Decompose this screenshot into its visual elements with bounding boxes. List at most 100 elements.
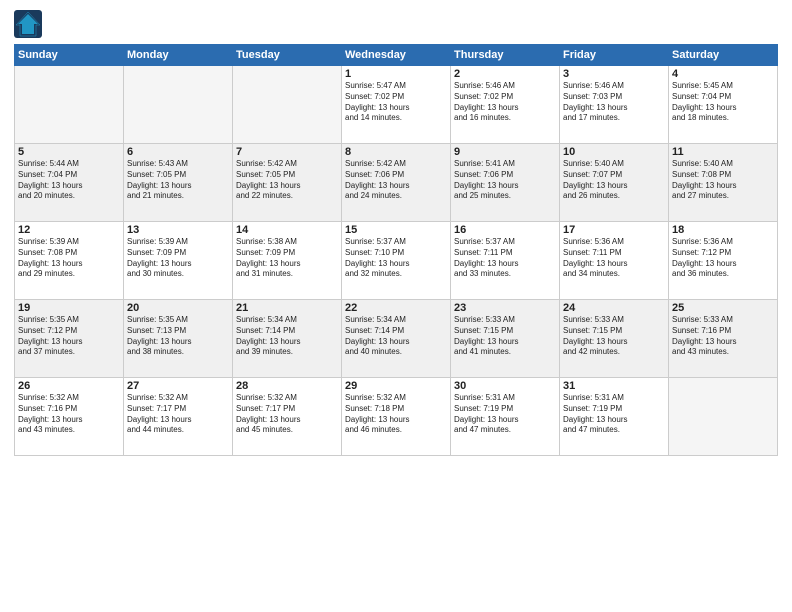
calendar-cell: 13Sunrise: 5:39 AM Sunset: 7:09 PM Dayli…: [124, 222, 233, 300]
calendar-table: SundayMondayTuesdayWednesdayThursdayFrid…: [14, 44, 778, 456]
day-info: Sunrise: 5:39 AM Sunset: 7:08 PM Dayligh…: [18, 237, 120, 280]
calendar-week-row: 26Sunrise: 5:32 AM Sunset: 7:16 PM Dayli…: [15, 378, 778, 456]
day-info: Sunrise: 5:36 AM Sunset: 7:12 PM Dayligh…: [672, 237, 774, 280]
day-info: Sunrise: 5:38 AM Sunset: 7:09 PM Dayligh…: [236, 237, 338, 280]
day-info: Sunrise: 5:45 AM Sunset: 7:04 PM Dayligh…: [672, 81, 774, 124]
day-number: 24: [563, 302, 665, 314]
day-info: Sunrise: 5:44 AM Sunset: 7:04 PM Dayligh…: [18, 159, 120, 202]
weekday-header: Wednesday: [342, 45, 451, 66]
calendar-week-row: 19Sunrise: 5:35 AM Sunset: 7:12 PM Dayli…: [15, 300, 778, 378]
day-info: Sunrise: 5:41 AM Sunset: 7:06 PM Dayligh…: [454, 159, 556, 202]
header: [14, 10, 778, 38]
weekday-header: Sunday: [15, 45, 124, 66]
day-number: 20: [127, 302, 229, 314]
day-info: Sunrise: 5:34 AM Sunset: 7:14 PM Dayligh…: [236, 315, 338, 358]
day-info: Sunrise: 5:35 AM Sunset: 7:13 PM Dayligh…: [127, 315, 229, 358]
day-info: Sunrise: 5:39 AM Sunset: 7:09 PM Dayligh…: [127, 237, 229, 280]
calendar-cell: 15Sunrise: 5:37 AM Sunset: 7:10 PM Dayli…: [342, 222, 451, 300]
day-info: Sunrise: 5:46 AM Sunset: 7:03 PM Dayligh…: [563, 81, 665, 124]
day-info: Sunrise: 5:40 AM Sunset: 7:08 PM Dayligh…: [672, 159, 774, 202]
calendar-week-row: 1Sunrise: 5:47 AM Sunset: 7:02 PM Daylig…: [15, 66, 778, 144]
day-info: Sunrise: 5:31 AM Sunset: 7:19 PM Dayligh…: [454, 393, 556, 436]
calendar-cell: 8Sunrise: 5:42 AM Sunset: 7:06 PM Daylig…: [342, 144, 451, 222]
calendar-cell: 22Sunrise: 5:34 AM Sunset: 7:14 PM Dayli…: [342, 300, 451, 378]
calendar-cell: 30Sunrise: 5:31 AM Sunset: 7:19 PM Dayli…: [451, 378, 560, 456]
calendar-cell: 5Sunrise: 5:44 AM Sunset: 7:04 PM Daylig…: [15, 144, 124, 222]
calendar-cell: 3Sunrise: 5:46 AM Sunset: 7:03 PM Daylig…: [560, 66, 669, 144]
calendar-cell: [669, 378, 778, 456]
day-number: 6: [127, 146, 229, 158]
calendar-cell: 14Sunrise: 5:38 AM Sunset: 7:09 PM Dayli…: [233, 222, 342, 300]
calendar-cell: 29Sunrise: 5:32 AM Sunset: 7:18 PM Dayli…: [342, 378, 451, 456]
calendar-week-row: 5Sunrise: 5:44 AM Sunset: 7:04 PM Daylig…: [15, 144, 778, 222]
weekday-header-row: SundayMondayTuesdayWednesdayThursdayFrid…: [15, 45, 778, 66]
day-number: 27: [127, 380, 229, 392]
day-info: Sunrise: 5:32 AM Sunset: 7:17 PM Dayligh…: [127, 393, 229, 436]
day-number: 7: [236, 146, 338, 158]
calendar-cell: 31Sunrise: 5:31 AM Sunset: 7:19 PM Dayli…: [560, 378, 669, 456]
day-number: 2: [454, 68, 556, 80]
calendar-cell: 2Sunrise: 5:46 AM Sunset: 7:02 PM Daylig…: [451, 66, 560, 144]
day-number: 13: [127, 224, 229, 236]
day-info: Sunrise: 5:43 AM Sunset: 7:05 PM Dayligh…: [127, 159, 229, 202]
day-info: Sunrise: 5:32 AM Sunset: 7:17 PM Dayligh…: [236, 393, 338, 436]
calendar-cell: 12Sunrise: 5:39 AM Sunset: 7:08 PM Dayli…: [15, 222, 124, 300]
day-number: 30: [454, 380, 556, 392]
day-number: 12: [18, 224, 120, 236]
day-number: 11: [672, 146, 774, 158]
day-number: 1: [345, 68, 447, 80]
calendar-cell: [233, 66, 342, 144]
day-number: 14: [236, 224, 338, 236]
day-info: Sunrise: 5:32 AM Sunset: 7:18 PM Dayligh…: [345, 393, 447, 436]
calendar-cell: 27Sunrise: 5:32 AM Sunset: 7:17 PM Dayli…: [124, 378, 233, 456]
calendar-cell: 19Sunrise: 5:35 AM Sunset: 7:12 PM Dayli…: [15, 300, 124, 378]
day-number: 31: [563, 380, 665, 392]
day-info: Sunrise: 5:47 AM Sunset: 7:02 PM Dayligh…: [345, 81, 447, 124]
calendar-cell: [15, 66, 124, 144]
day-number: 4: [672, 68, 774, 80]
day-number: 8: [345, 146, 447, 158]
calendar-cell: 10Sunrise: 5:40 AM Sunset: 7:07 PM Dayli…: [560, 144, 669, 222]
calendar-cell: 26Sunrise: 5:32 AM Sunset: 7:16 PM Dayli…: [15, 378, 124, 456]
calendar-cell: 1Sunrise: 5:47 AM Sunset: 7:02 PM Daylig…: [342, 66, 451, 144]
day-info: Sunrise: 5:42 AM Sunset: 7:05 PM Dayligh…: [236, 159, 338, 202]
calendar-cell: 28Sunrise: 5:32 AM Sunset: 7:17 PM Dayli…: [233, 378, 342, 456]
day-number: 10: [563, 146, 665, 158]
day-number: 23: [454, 302, 556, 314]
calendar-cell: 20Sunrise: 5:35 AM Sunset: 7:13 PM Dayli…: [124, 300, 233, 378]
calendar-cell: 6Sunrise: 5:43 AM Sunset: 7:05 PM Daylig…: [124, 144, 233, 222]
day-number: 17: [563, 224, 665, 236]
day-number: 5: [18, 146, 120, 158]
day-info: Sunrise: 5:40 AM Sunset: 7:07 PM Dayligh…: [563, 159, 665, 202]
day-info: Sunrise: 5:33 AM Sunset: 7:16 PM Dayligh…: [672, 315, 774, 358]
day-info: Sunrise: 5:36 AM Sunset: 7:11 PM Dayligh…: [563, 237, 665, 280]
day-info: Sunrise: 5:46 AM Sunset: 7:02 PM Dayligh…: [454, 81, 556, 124]
day-number: 28: [236, 380, 338, 392]
day-info: Sunrise: 5:37 AM Sunset: 7:11 PM Dayligh…: [454, 237, 556, 280]
day-info: Sunrise: 5:42 AM Sunset: 7:06 PM Dayligh…: [345, 159, 447, 202]
day-number: 3: [563, 68, 665, 80]
weekday-header: Saturday: [669, 45, 778, 66]
day-info: Sunrise: 5:35 AM Sunset: 7:12 PM Dayligh…: [18, 315, 120, 358]
weekday-header: Monday: [124, 45, 233, 66]
day-info: Sunrise: 5:31 AM Sunset: 7:19 PM Dayligh…: [563, 393, 665, 436]
day-number: 21: [236, 302, 338, 314]
day-number: 25: [672, 302, 774, 314]
day-info: Sunrise: 5:37 AM Sunset: 7:10 PM Dayligh…: [345, 237, 447, 280]
weekday-header: Tuesday: [233, 45, 342, 66]
day-info: Sunrise: 5:32 AM Sunset: 7:16 PM Dayligh…: [18, 393, 120, 436]
calendar-cell: 11Sunrise: 5:40 AM Sunset: 7:08 PM Dayli…: [669, 144, 778, 222]
calendar-cell: 16Sunrise: 5:37 AM Sunset: 7:11 PM Dayli…: [451, 222, 560, 300]
day-number: 16: [454, 224, 556, 236]
calendar-cell: 21Sunrise: 5:34 AM Sunset: 7:14 PM Dayli…: [233, 300, 342, 378]
day-info: Sunrise: 5:33 AM Sunset: 7:15 PM Dayligh…: [563, 315, 665, 358]
calendar-cell: 18Sunrise: 5:36 AM Sunset: 7:12 PM Dayli…: [669, 222, 778, 300]
calendar-cell: 17Sunrise: 5:36 AM Sunset: 7:11 PM Dayli…: [560, 222, 669, 300]
logo-icon: [14, 10, 42, 38]
day-number: 22: [345, 302, 447, 314]
weekday-header: Thursday: [451, 45, 560, 66]
calendar-cell: 7Sunrise: 5:42 AM Sunset: 7:05 PM Daylig…: [233, 144, 342, 222]
logo: [14, 10, 44, 38]
calendar-week-row: 12Sunrise: 5:39 AM Sunset: 7:08 PM Dayli…: [15, 222, 778, 300]
calendar-cell: 4Sunrise: 5:45 AM Sunset: 7:04 PM Daylig…: [669, 66, 778, 144]
